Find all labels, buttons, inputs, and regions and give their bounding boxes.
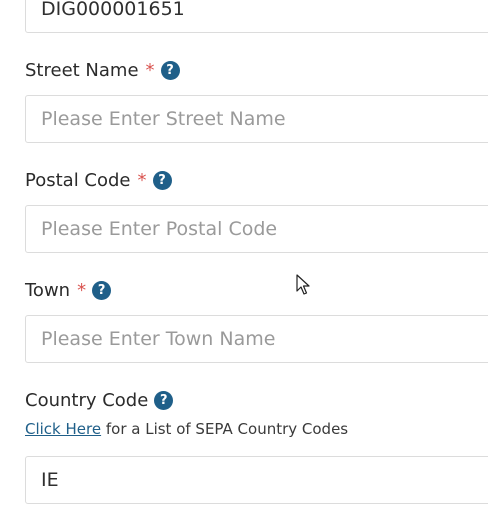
required-marker: * (145, 59, 155, 81)
help-icon[interactable]: ? (92, 280, 112, 300)
street-name-field[interactable] (25, 95, 488, 143)
street-name-label: Street Name (25, 59, 139, 81)
country-code-hint: Click Here for a List of SEPA Country Co… (25, 420, 348, 438)
postal-code-label-row: Postal Code * ? (25, 167, 172, 193)
street-name-input[interactable] (41, 96, 481, 142)
street-name-label-row: Street Name * ? (25, 57, 180, 83)
country-code-field[interactable] (25, 456, 488, 504)
reference-input[interactable] (41, 0, 481, 32)
help-icon[interactable]: ? (154, 390, 174, 410)
postal-code-label: Postal Code (25, 169, 131, 191)
postal-code-input[interactable] (41, 206, 481, 252)
required-marker: * (137, 169, 147, 191)
country-code-hint-text: for a List of SEPA Country Codes (101, 420, 349, 438)
country-code-label: Country Code (25, 389, 149, 411)
mouse-cursor-icon (296, 274, 310, 295)
town-label: Town (25, 279, 71, 301)
reference-field[interactable] (25, 0, 488, 33)
help-icon[interactable]: ? (160, 60, 180, 80)
country-code-label-row: Country Code ? (25, 387, 174, 413)
sepa-codes-link[interactable]: Click Here (25, 420, 101, 438)
country-code-input[interactable] (41, 457, 481, 503)
required-marker: * (77, 279, 87, 301)
postal-code-field[interactable] (25, 205, 488, 253)
help-icon[interactable]: ? (152, 170, 172, 190)
town-input[interactable] (41, 316, 481, 362)
town-field[interactable] (25, 315, 488, 363)
town-label-row: Town * ? (25, 277, 112, 303)
